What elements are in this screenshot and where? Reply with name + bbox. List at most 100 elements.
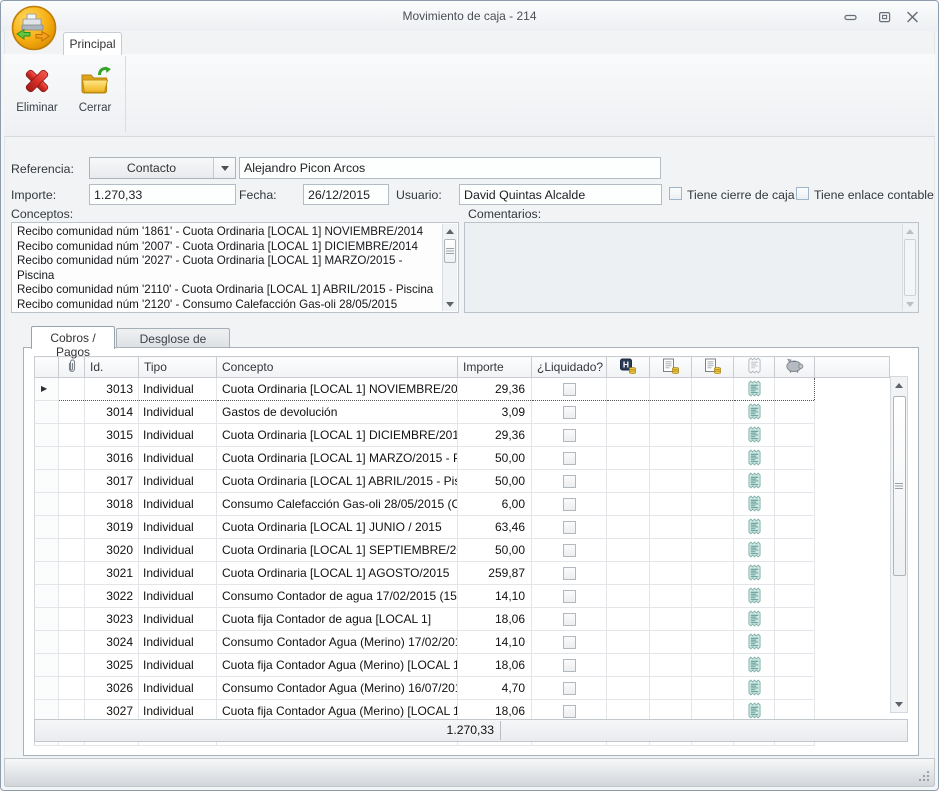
table-row[interactable]: 3013 Individual Cuota Ordinaria [LOCAL 1…: [35, 378, 890, 401]
liquidado-checkbox[interactable]: [563, 636, 576, 649]
cell-receipt[interactable]: [734, 585, 775, 608]
eliminar-button[interactable]: Eliminar: [10, 58, 64, 130]
scroll-down-button[interactable]: [443, 297, 457, 311]
header-doc-coins-2[interactable]: [692, 357, 734, 378]
header-receipt[interactable]: [734, 357, 775, 378]
row-selector[interactable]: [35, 585, 59, 608]
tab-cobros-pagos[interactable]: Cobros / Pagos: [31, 326, 115, 349]
close-button[interactable]: [901, 10, 923, 24]
scroll-up-button[interactable]: [443, 224, 457, 238]
table-row[interactable]: 3019 Individual Cuota Ordinaria [LOCAL 1…: [35, 516, 890, 539]
liquidado-checkbox[interactable]: [563, 452, 576, 465]
tab-desglose-importes[interactable]: Desglose de importes: [116, 328, 230, 348]
scroll-up-button[interactable]: [891, 377, 907, 393]
table-row[interactable]: 3015 Individual Cuota Ordinaria [LOCAL 1…: [35, 424, 890, 447]
scrollbar-thumb[interactable]: [893, 396, 906, 576]
referencia-type-dropdown[interactable]: Contacto: [89, 157, 236, 179]
row-selector[interactable]: [35, 677, 59, 700]
liquidado-checkbox[interactable]: [563, 613, 576, 626]
cell-receipt[interactable]: [734, 631, 775, 654]
table-row[interactable]: 3024 Individual Consumo Contador Agua (M…: [35, 631, 890, 654]
app-menu-button[interactable]: [10, 4, 58, 52]
row-selector[interactable]: [35, 378, 59, 401]
restore-button[interactable]: [873, 10, 895, 24]
cell-receipt[interactable]: [734, 562, 775, 585]
row-selector[interactable]: [35, 401, 59, 424]
cell-receipt[interactable]: [734, 654, 775, 677]
scroll-down-button[interactable]: [903, 297, 917, 311]
table-row[interactable]: 3026 Individual Consumo Contador Agua (M…: [35, 677, 890, 700]
scrollbar-thumb[interactable]: [444, 239, 456, 263]
header-tipo[interactable]: Tipo: [139, 357, 217, 378]
table-row[interactable]: 3016 Individual Cuota Ordinaria [LOCAL 1…: [35, 447, 890, 470]
conceptos-scrollbar[interactable]: [442, 224, 457, 311]
header-id[interactable]: Id.: [85, 357, 139, 378]
table-row[interactable]: 3014 Individual Gastos de devolución 3,0…: [35, 401, 890, 424]
table-row[interactable]: 3022 Individual Consumo Contador de agua…: [35, 585, 890, 608]
referencia-name-input[interactable]: [239, 157, 661, 179]
liquidado-checkbox[interactable]: [563, 544, 576, 557]
header-liquidado[interactable]: ¿Liquidado?: [532, 357, 607, 378]
header-attachment[interactable]: [59, 357, 85, 378]
scrollbar-thumb[interactable]: [904, 239, 916, 296]
table-row[interactable]: 3017 Individual Cuota Ordinaria [LOCAL 1…: [35, 470, 890, 493]
scroll-down-button[interactable]: [891, 696, 907, 712]
cell-receipt[interactable]: [734, 378, 775, 401]
header-concepto[interactable]: Concepto: [217, 357, 458, 378]
grid-vscrollbar[interactable]: [890, 376, 908, 713]
liquidado-checkbox[interactable]: [563, 567, 576, 580]
liquidado-checkbox[interactable]: [563, 406, 576, 419]
liquidado-checkbox[interactable]: [563, 521, 576, 534]
liquidado-checkbox[interactable]: [563, 682, 576, 695]
cell-receipt[interactable]: [734, 424, 775, 447]
scroll-up-button[interactable]: [903, 224, 917, 238]
row-selector[interactable]: [35, 654, 59, 677]
row-selector[interactable]: [35, 470, 59, 493]
header-doc-coins-1[interactable]: [650, 357, 692, 378]
usuario-input[interactable]: [459, 184, 662, 205]
header-importe[interactable]: Importe: [458, 357, 532, 378]
minimize-button[interactable]: [839, 10, 861, 24]
cell-receipt[interactable]: [734, 447, 775, 470]
cell-receipt[interactable]: [734, 608, 775, 631]
row-selector[interactable]: [35, 631, 59, 654]
liquidado-checkbox[interactable]: [563, 429, 576, 442]
cerrar-button[interactable]: Cerrar: [68, 58, 122, 130]
row-selector[interactable]: [35, 608, 59, 631]
table-row[interactable]: 3021 Individual Cuota Ordinaria [LOCAL 1…: [35, 562, 890, 585]
row-selector[interactable]: [35, 562, 59, 585]
enlace-contable-checkbox[interactable]: [796, 187, 809, 200]
row-selector[interactable]: [35, 447, 59, 470]
table-row[interactable]: 3023 Individual Cuota fija Contador de a…: [35, 608, 890, 631]
resize-grip[interactable]: [917, 769, 929, 781]
liquidado-checkbox[interactable]: [563, 498, 576, 511]
comentarios-textarea[interactable]: [464, 222, 919, 313]
fecha-input[interactable]: [303, 184, 389, 205]
cell-receipt[interactable]: [734, 677, 775, 700]
cell-receipt[interactable]: [734, 516, 775, 539]
dropdown-arrow-button[interactable]: [213, 158, 235, 178]
table-row[interactable]: 3018 Individual Consumo Calefacción Gas-…: [35, 493, 890, 516]
liquidado-checkbox[interactable]: [563, 383, 576, 396]
table-row[interactable]: 3020 Individual Cuota Ordinaria [LOCAL 1…: [35, 539, 890, 562]
row-selector[interactable]: [35, 516, 59, 539]
ribbon-tab-principal[interactable]: Principal: [63, 32, 122, 55]
liquidado-checkbox[interactable]: [563, 475, 576, 488]
cell-receipt[interactable]: [734, 470, 775, 493]
cell-receipt[interactable]: [734, 493, 775, 516]
cell-receipt[interactable]: [734, 401, 775, 424]
table-row[interactable]: 3025 Individual Cuota fija Contador Agua…: [35, 654, 890, 677]
row-selector[interactable]: [35, 424, 59, 447]
title-bar[interactable]: Movimiento de caja - 214: [1, 1, 938, 31]
header-doc-h[interactable]: H: [607, 357, 650, 378]
comentarios-scrollbar[interactable]: [902, 224, 917, 311]
importe-input[interactable]: [89, 184, 236, 205]
row-selector[interactable]: [35, 539, 59, 562]
liquidado-checkbox[interactable]: [563, 659, 576, 672]
header-piggy[interactable]: [775, 357, 815, 378]
conceptos-listbox[interactable]: Recibo comunidad núm '1861' - Cuota Ordi…: [11, 222, 459, 313]
cierre-caja-checkbox[interactable]: [669, 187, 682, 200]
row-selector[interactable]: [35, 493, 59, 516]
cell-receipt[interactable]: [734, 539, 775, 562]
liquidado-checkbox[interactable]: [563, 705, 576, 718]
